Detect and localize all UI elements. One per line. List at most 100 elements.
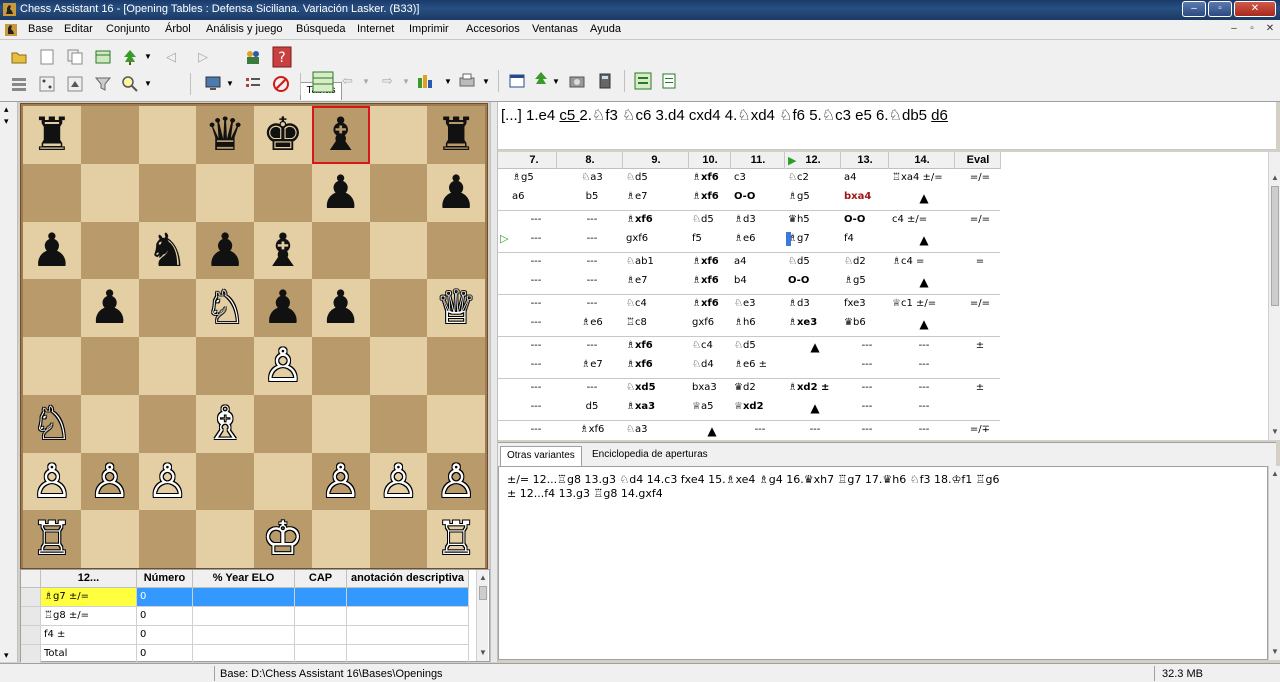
- grid-row[interactable]: f4 ±0: [21, 626, 478, 645]
- forward-arrow-icon[interactable]: ▷: [198, 49, 208, 65]
- white-piece-e4[interactable]: ♙: [254, 337, 312, 395]
- table-cell[interactable]: ♗xf6: [626, 340, 690, 351]
- row-selector[interactable]: [21, 588, 41, 607]
- square-a5[interactable]: [23, 279, 81, 337]
- table-cell[interactable]: ---: [788, 424, 842, 435]
- menu-imprimir[interactable]: Imprimir: [409, 23, 449, 35]
- table-cell[interactable]: ---: [560, 275, 624, 286]
- collapse-down-icon[interactable]: ▾: [4, 650, 9, 661]
- undo-arrow-icon[interactable]: ⇦: [342, 73, 353, 89]
- grid-cell[interactable]: [295, 645, 347, 664]
- table-cell[interactable]: O-O: [788, 275, 842, 286]
- table-cell[interactable]: ---: [844, 401, 890, 412]
- table-cell[interactable]: ---: [514, 317, 558, 328]
- mdi-restore-button[interactable]: ▫: [1246, 23, 1258, 34]
- black-piece-e5[interactable]: ♟: [254, 279, 312, 337]
- grid-cell[interactable]: [193, 607, 295, 626]
- table-cell[interactable]: ♖c8: [626, 317, 690, 328]
- tree-settings-icon[interactable]: [532, 70, 550, 88]
- players-icon[interactable]: [244, 48, 262, 66]
- maximize-button[interactable]: ▫: [1208, 1, 1232, 17]
- table-cell[interactable]: a4: [844, 172, 890, 183]
- table-cell[interactable]: ♕c1 ±/=: [892, 298, 956, 309]
- square-b4[interactable]: [80, 337, 139, 395]
- moves-stats-grid[interactable]: 12... Número % Year ELO CAP anotación de…: [20, 569, 490, 664]
- dots-grid-icon[interactable]: [38, 75, 56, 93]
- white-piece-b2[interactable]: ♙: [81, 453, 139, 511]
- white-piece-h1[interactable]: ♖: [427, 510, 485, 568]
- menu-ayuda[interactable]: Ayuda: [590, 23, 621, 35]
- menu-analisis[interactable]: Análisis y juego: [206, 23, 282, 35]
- table-cell[interactable]: a4: [734, 256, 786, 267]
- square-h3[interactable]: [427, 394, 485, 453]
- table-cell[interactable]: ♗xd2 ±: [788, 382, 842, 393]
- table-cell[interactable]: ♛b6: [844, 317, 890, 328]
- square-f4[interactable]: [311, 337, 370, 395]
- table-cell[interactable]: ---: [514, 401, 558, 412]
- table-cell[interactable]: ♗xe3: [788, 317, 842, 328]
- back-arrow-icon[interactable]: ◁: [166, 49, 176, 65]
- table-cell[interactable]: ♗h6: [734, 317, 786, 328]
- grid-cell[interactable]: [347, 626, 469, 645]
- square-g4[interactable]: [369, 337, 428, 395]
- tree-dropdown-icon[interactable]: ▼: [144, 52, 152, 61]
- black-piece-f7[interactable]: ♟: [312, 164, 370, 222]
- menu-conjunto[interactable]: Conjunto: [106, 23, 150, 35]
- table-cell[interactable]: ---: [560, 382, 624, 393]
- table-cell[interactable]: ♗xf6: [692, 172, 732, 183]
- square-d2[interactable]: [196, 452, 254, 511]
- square-c1[interactable]: [138, 510, 197, 568]
- square-e3[interactable]: [254, 394, 312, 453]
- table-cell[interactable]: ♘ab1: [626, 256, 690, 267]
- table-view-icon[interactable]: [312, 71, 334, 93]
- square-g1[interactable]: [369, 510, 428, 568]
- square-f1[interactable]: [311, 510, 370, 568]
- table-cell[interactable]: ---: [514, 256, 558, 267]
- notation-move[interactable]: cxd4: [689, 107, 725, 124]
- table-cell[interactable]: =/=: [958, 214, 1002, 225]
- notation-move[interactable]: 5.♘c3: [809, 107, 855, 124]
- filter-icon[interactable]: [94, 75, 112, 93]
- table-cell[interactable]: ---: [560, 256, 624, 267]
- table-cell[interactable]: ♛d2: [734, 382, 786, 393]
- scroll-up-icon[interactable]: ▲: [1269, 468, 1280, 480]
- table-cell[interactable]: ---: [844, 424, 890, 435]
- black-piece-c6[interactable]: ♞: [139, 222, 197, 280]
- grid-cell[interactable]: 0: [137, 626, 193, 645]
- white-piece-h2[interactable]: ♙: [427, 453, 485, 511]
- table-cell[interactable]: ▲: [892, 317, 956, 331]
- square-d1[interactable]: [196, 510, 254, 568]
- grid-cell[interactable]: f4 ±: [41, 626, 137, 645]
- table-cell[interactable]: ---: [844, 340, 890, 351]
- notation-move[interactable]: 4.♘xd4: [725, 107, 779, 124]
- table-cell[interactable]: ---: [892, 340, 956, 351]
- white-piece-a2[interactable]: ♙: [23, 453, 81, 511]
- grid-row[interactable]: ♗g7 ±/= 0: [21, 588, 478, 607]
- row-selector[interactable]: [21, 645, 41, 664]
- notation-move[interactable]: e5: [855, 107, 876, 124]
- table-cell[interactable]: ♗xf6: [692, 298, 732, 309]
- grid-cell[interactable]: Total: [41, 645, 137, 664]
- black-piece-d6[interactable]: ♟: [196, 222, 254, 280]
- calculator-icon[interactable]: [596, 72, 614, 90]
- column-header[interactable]: 12...: [41, 570, 137, 588]
- scroll-down-icon[interactable]: ▾: [4, 116, 9, 127]
- table-cell[interactable]: =/∓: [958, 424, 1002, 435]
- table-cell[interactable]: ---: [734, 424, 786, 435]
- search-icon[interactable]: [121, 75, 139, 93]
- table-cell[interactable]: O-O: [844, 214, 890, 225]
- grid-cell[interactable]: [347, 645, 469, 664]
- notation-move[interactable]: 1.e4: [526, 107, 559, 124]
- table-cell[interactable]: ---: [844, 359, 890, 370]
- table-cell[interactable]: ♘c4: [626, 298, 690, 309]
- table-cell[interactable]: c3: [734, 172, 786, 183]
- table-cell[interactable]: ♗e6: [734, 233, 786, 244]
- table-cell[interactable]: ♗g5: [844, 275, 890, 286]
- table-cell[interactable]: f5: [692, 233, 732, 244]
- table-cell[interactable]: O-O: [734, 191, 786, 202]
- tab-enciclopedia[interactable]: Enciclopedia de aperturas: [586, 446, 714, 466]
- notation-move[interactable]: 6.♘db5: [876, 107, 931, 124]
- table-cell[interactable]: bxa3: [692, 382, 732, 393]
- table-cell[interactable]: ▲: [892, 191, 956, 205]
- table-cell[interactable]: ♗e6: [560, 317, 624, 328]
